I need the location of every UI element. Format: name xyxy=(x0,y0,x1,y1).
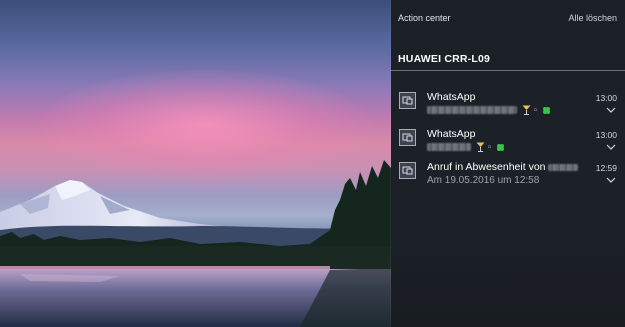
app-tile-icon xyxy=(399,92,416,109)
device-name: HUAWEI CRR-L09 xyxy=(398,53,491,65)
action-center-header: Action center Alle löschen xyxy=(391,0,625,40)
box-glyph: ▫ xyxy=(487,142,492,153)
notification-time: 13:00 xyxy=(595,130,617,140)
notification-time: 12:59 xyxy=(595,163,617,173)
clover-emoji xyxy=(496,144,504,151)
notification-group-header[interactable]: HUAWEI CRR-L09 xyxy=(391,40,625,71)
clear-all-button[interactable]: Alle löschen xyxy=(568,13,617,23)
notification-item[interactable]: WhatsApp ▫ 13:00 xyxy=(391,121,625,157)
notification-item[interactable]: WhatsApp ▫ 13:00 xyxy=(391,84,625,120)
desktop-wallpaper xyxy=(0,0,391,327)
action-center-title: Action center xyxy=(398,13,451,23)
app-tile-icon xyxy=(399,162,416,179)
notification-title: Anruf in Abwesenheit von xyxy=(427,161,579,173)
redacted-text xyxy=(427,143,471,151)
redacted-caller xyxy=(548,164,579,171)
action-center-panel: Action center Alle löschen HUAWEI CRR-L0… xyxy=(391,0,625,327)
missed-call-text: Anruf in Abwesenheit von xyxy=(427,161,546,173)
app-tile-icon xyxy=(399,129,416,146)
redacted-text xyxy=(427,106,517,114)
notification-app-name: WhatsApp xyxy=(427,128,476,140)
notification-app-name: WhatsApp xyxy=(427,91,476,103)
notification-message: ▫ xyxy=(427,105,551,116)
chevron-down-icon[interactable] xyxy=(606,143,616,151)
notification-item[interactable]: Anruf in Abwesenheit von Am 19.05.2016 u… xyxy=(391,154,625,190)
notification-message: ▫ xyxy=(427,142,505,153)
notification-message: Am 19.05.2016 um 12:58 xyxy=(427,175,540,186)
box-glyph: ▫ xyxy=(533,105,538,116)
cocktail-emoji xyxy=(476,142,485,152)
notification-time: 13:00 xyxy=(595,93,617,103)
clover-emoji xyxy=(542,107,550,114)
chevron-down-icon[interactable] xyxy=(606,106,616,114)
landscape-scene xyxy=(0,160,391,327)
chevron-down-icon[interactable] xyxy=(606,176,616,184)
cocktail-emoji xyxy=(522,105,531,115)
